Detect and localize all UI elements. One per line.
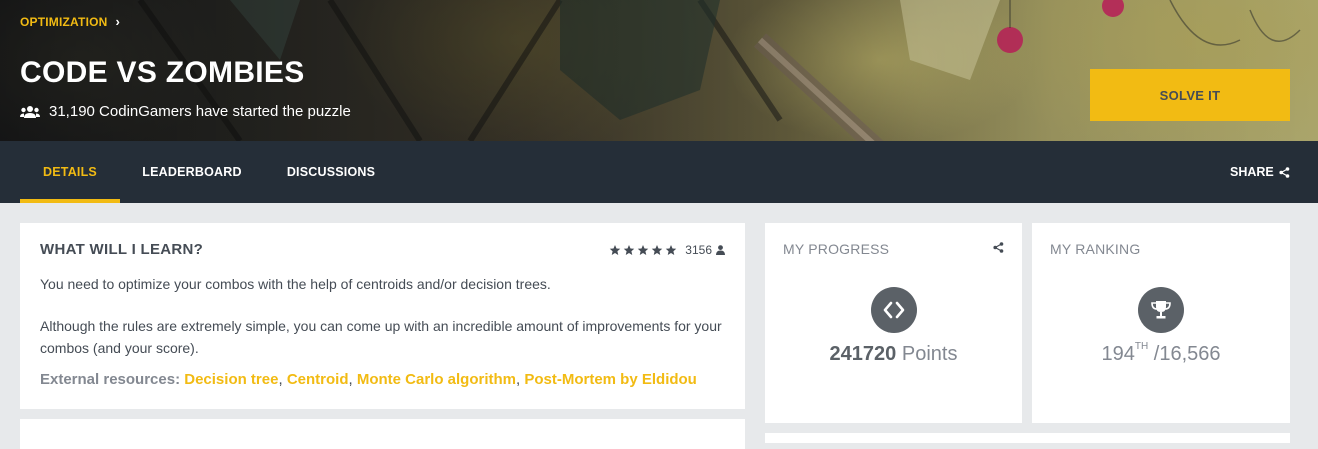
users-icon (20, 105, 40, 118)
breadcrumb[interactable]: OPTIMIZATION › (20, 14, 120, 29)
progress-title: MY PROGRESS (783, 241, 890, 257)
learn-card: WHAT WILL I LEARN? 3156 You need to opti… (20, 223, 745, 409)
next-side-card (765, 433, 1290, 443)
external-resources-label: External resources: (40, 371, 181, 388)
puzzle-tabs: DETAILS LEADERBOARD DISCUSSIONS SHARE (0, 141, 1318, 203)
share-icon (1279, 166, 1290, 178)
resource-link-monte-carlo[interactable]: Monte Carlo algorithm (357, 371, 516, 388)
star-icon[interactable] (665, 244, 677, 256)
learn-paragraph: You need to optimize your combos with th… (40, 276, 551, 292)
points-value: 241720 (829, 343, 897, 365)
chevron-right-icon: › (115, 14, 121, 29)
ranking-value: 194TH /16,566 (1032, 341, 1290, 366)
page-title: CODE VS ZOMBIES (20, 56, 305, 89)
learn-paragraph: Although the rules are extremely simple,… (40, 318, 722, 356)
code-icon-circle (871, 287, 917, 333)
star-icon[interactable] (623, 244, 635, 256)
rank-value: 194 (1101, 343, 1135, 365)
resource-link-decision-tree[interactable]: Decision tree (184, 371, 278, 388)
tab-leaderboard[interactable]: LEADERBOARD (132, 141, 252, 203)
rank-suffix: TH (1134, 341, 1149, 353)
star-icon[interactable] (609, 244, 621, 256)
share-icon[interactable] (993, 242, 1004, 253)
players-started-text: 31,190 CodinGamers have started the puzz… (49, 103, 351, 120)
trophy-icon (1151, 301, 1171, 319)
star-icon[interactable] (637, 244, 649, 256)
rank-total: /16,566 (1153, 343, 1221, 365)
puzzle-hero-banner: OPTIMIZATION › CODE VS ZOMBIES 31,190 Co… (0, 0, 1318, 141)
share-button[interactable]: SHARE (1230, 141, 1290, 203)
breadcrumb-label[interactable]: OPTIMIZATION (20, 15, 108, 29)
progress-points: 241720 Points (765, 343, 1022, 366)
ranking-card: MY RANKING 194TH /16,566 (1032, 223, 1290, 423)
rating[interactable]: 3156 (609, 243, 725, 257)
resource-link-centroid[interactable]: Centroid (287, 371, 349, 388)
solve-it-button[interactable]: SOLVE IT (1090, 69, 1290, 121)
share-label[interactable]: SHARE (1230, 165, 1274, 179)
players-started: 31,190 CodinGamers have started the puzz… (20, 103, 351, 120)
trophy-icon-circle (1138, 287, 1184, 333)
external-resources: External resources: Decision tree, Centr… (40, 371, 697, 388)
user-icon (716, 245, 725, 255)
ranking-title: MY RANKING (1050, 241, 1141, 257)
next-card (20, 419, 745, 449)
tab-details[interactable]: DETAILS (20, 141, 120, 203)
tab-discussions[interactable]: DISCUSSIONS (276, 141, 386, 203)
progress-card: MY PROGRESS 241720 Points (765, 223, 1022, 423)
points-label: Points (901, 343, 958, 365)
code-icon (883, 301, 905, 319)
rating-count: 3156 (685, 243, 712, 257)
resource-link-post-mortem[interactable]: Post-Mortem by Eldidou (524, 371, 697, 388)
star-icon[interactable] (651, 244, 663, 256)
rating-stars[interactable] (609, 244, 677, 256)
